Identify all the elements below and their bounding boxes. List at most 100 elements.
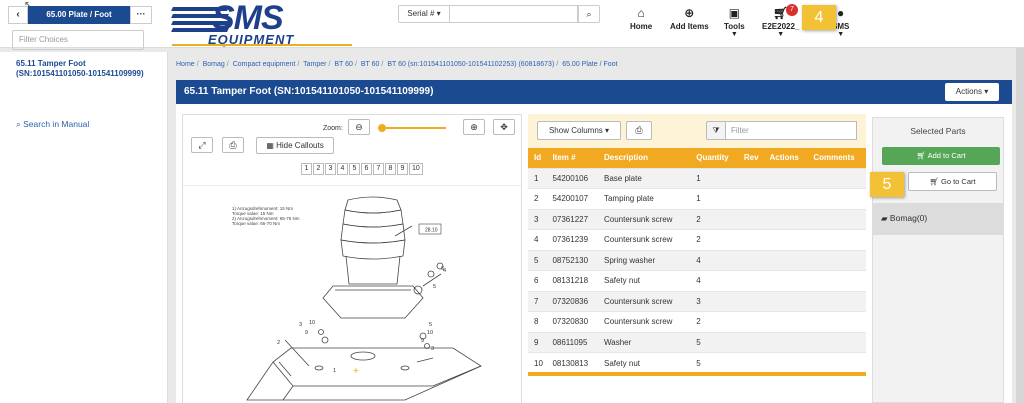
plus-icon: ⊕: [470, 122, 478, 132]
cart-count-badge: 7: [786, 4, 798, 16]
search-icon: ⌕: [586, 9, 592, 19]
nav-home[interactable]: ⌂ Home: [630, 6, 652, 31]
table-row[interactable]: 9 08611095 Washer 5: [528, 331, 866, 353]
page-scrollbar[interactable]: [1016, 48, 1024, 403]
zoom-slider[interactable]: [382, 127, 446, 129]
breadcrumb-item[interactable]: BT 60: [334, 61, 353, 68]
plus-circle-icon: ⊕: [684, 6, 695, 20]
rev-cell: [737, 270, 764, 291]
move-icon: ✥: [500, 122, 508, 132]
page-button[interactable]: 6: [361, 163, 372, 175]
comments-cell: [807, 311, 866, 332]
actions-label: Actions: [955, 87, 982, 96]
serial-search-input[interactable]: [450, 5, 578, 23]
quantity-cell: 1: [690, 188, 738, 209]
parts-filter-input[interactable]: Filter: [726, 121, 857, 140]
nav-tools[interactable]: ▣ Tools ▼: [724, 6, 745, 39]
comments-cell: [807, 229, 866, 250]
part-id-cell: 4: [528, 229, 547, 250]
exploded-parts-drawing[interactable]: 1) Anzugsdrehmoment: 15 Nm Torque value: …: [183, 185, 521, 403]
part-id-cell: 8: [528, 311, 547, 332]
logo-underline: [172, 44, 352, 46]
page-button[interactable]: 3: [325, 163, 336, 175]
column-header[interactable]: Item #: [546, 148, 598, 168]
svg-text:3: 3: [299, 322, 302, 328]
column-header[interactable]: Description: [597, 148, 691, 168]
hide-callouts-button[interactable]: ▦ Hide Callouts: [256, 137, 334, 154]
breadcrumb-item[interactable]: Tamper: [303, 61, 326, 68]
column-header[interactable]: Id: [528, 148, 547, 168]
print-parts-button[interactable]: ⎙: [626, 121, 652, 140]
search-in-manual-link[interactable]: ⌕ Search in Manual: [16, 119, 89, 130]
quantity-cell: 2: [690, 311, 738, 332]
table-row[interactable]: 4 07361239 Countersunk screw 2: [528, 229, 866, 250]
table-row[interactable]: 10 08130813 Safety nut 5: [528, 352, 866, 373]
page-button[interactable]: 5: [349, 163, 360, 175]
page-button[interactable]: 2: [313, 163, 324, 175]
serial-dropdown[interactable]: Serial # ▾: [398, 5, 450, 23]
breadcrumb-item[interactable]: Home: [176, 61, 195, 68]
more-options-button[interactable]: ···: [130, 6, 152, 24]
sms-equipment-logo[interactable]: SMS EQUIPMENT: [168, 1, 358, 47]
go-to-cart-button[interactable]: 🛒︎ Go to Cart: [908, 172, 997, 191]
sidebar-item-tamper-foot[interactable]: 65.11 Tamper Foot (SN:101541101050-10154…: [16, 59, 146, 79]
search-button[interactable]: ⌕: [578, 5, 600, 23]
step-callout-5: 5: [870, 172, 904, 197]
table-header-row: Id Item # Description Quantity Rev Actio…: [528, 148, 866, 168]
comments-cell: [807, 331, 866, 353]
breadcrumb-item[interactable]: 65.00 Plate / Foot: [562, 61, 617, 68]
print-diagram-button[interactable]: ⎙: [222, 137, 244, 153]
breadcrumb-item[interactable]: Compact equipment: [233, 61, 296, 68]
page-title: 65.11 Tamper Foot (SN:101541101050-10154…: [184, 86, 434, 97]
quantity-cell: 2: [690, 208, 738, 230]
add-to-cart-button[interactable]: 🛒︎ Add to Cart: [882, 147, 1000, 165]
breadcrumb-item[interactable]: Bomag: [203, 61, 225, 68]
page-button[interactable]: 7: [373, 163, 384, 175]
actions-dropdown[interactable]: Actions ▾: [945, 83, 999, 101]
table-row[interactable]: 3 07361227 Countersunk screw 2: [528, 208, 866, 230]
zoom-in-button[interactable]: ⊕: [463, 119, 485, 135]
table-row[interactable]: 5 08752130 Spring washer 4: [528, 249, 866, 271]
nav-add-items[interactable]: ⊕ Add Items: [670, 6, 709, 31]
page-title-bar: 65.11 Tamper Foot (SN:101541101050-10154…: [176, 80, 1012, 104]
left-sidebar: [0, 52, 168, 403]
parts-table: Id Item # Description Quantity Rev Actio…: [528, 148, 866, 373]
filter-choices-input[interactable]: Filter Choices: [12, 30, 144, 50]
page-button[interactable]: 1: [301, 163, 312, 175]
add-to-cart-label: Add to Cart: [927, 151, 966, 160]
description-cell: Washer: [597, 331, 691, 353]
column-header[interactable]: Rev: [737, 148, 764, 168]
table-row[interactable]: 8 07320830 Countersunk screw 2: [528, 311, 866, 332]
parts-drawing-svg: 28.10 5 6 2 1 4 5 10 9 3 10 3 9 +: [246, 196, 482, 401]
breadcrumb-item[interactable]: BT 60: [361, 61, 380, 68]
column-header[interactable]: Comments: [807, 148, 866, 168]
back-button[interactable]: ‹: [8, 6, 28, 24]
breadcrumb-item[interactable]: BT 60 (sn:101541101050-101541102253) (60…: [387, 61, 554, 68]
svg-text:4: 4: [443, 268, 446, 274]
page-button[interactable]: 9: [397, 163, 408, 175]
zoom-slider-handle[interactable]: [378, 124, 386, 132]
description-cell: Countersunk screw: [597, 290, 691, 312]
column-header[interactable]: Actions: [763, 148, 808, 168]
page-button[interactable]: 4: [337, 163, 348, 175]
quantity-cell: 4: [690, 249, 738, 271]
table-row[interactable]: 1 54200106 Base plate 1: [528, 167, 866, 189]
table-row[interactable]: 2 54200107 Tamping plate 1: [528, 188, 866, 209]
show-columns-button[interactable]: Show Columns ▾: [537, 121, 621, 140]
comments-cell: [807, 290, 866, 312]
table-row[interactable]: 6 08131218 Safety nut 4: [528, 270, 866, 291]
cart-group-bomag[interactable]: ▰ Bomag(0): [873, 203, 1003, 235]
part-id-cell: 3: [528, 208, 547, 230]
show-columns-label: Show Columns: [548, 126, 603, 135]
column-header[interactable]: Quantity: [690, 148, 738, 168]
page-button[interactable]: 8: [385, 163, 396, 175]
page-button[interactable]: 10: [409, 163, 423, 175]
fullscreen-button[interactable]: ⤢: [191, 137, 213, 153]
pan-button[interactable]: ✥: [493, 119, 515, 135]
rev-cell: [737, 352, 764, 373]
table-row[interactable]: 7 07320836 Countersunk screw 3: [528, 290, 866, 312]
rev-cell: [737, 311, 764, 332]
description-cell: Countersunk screw: [597, 311, 691, 332]
zoom-out-button[interactable]: ⊖: [348, 119, 370, 135]
step-callout-4: 4: [802, 5, 836, 30]
